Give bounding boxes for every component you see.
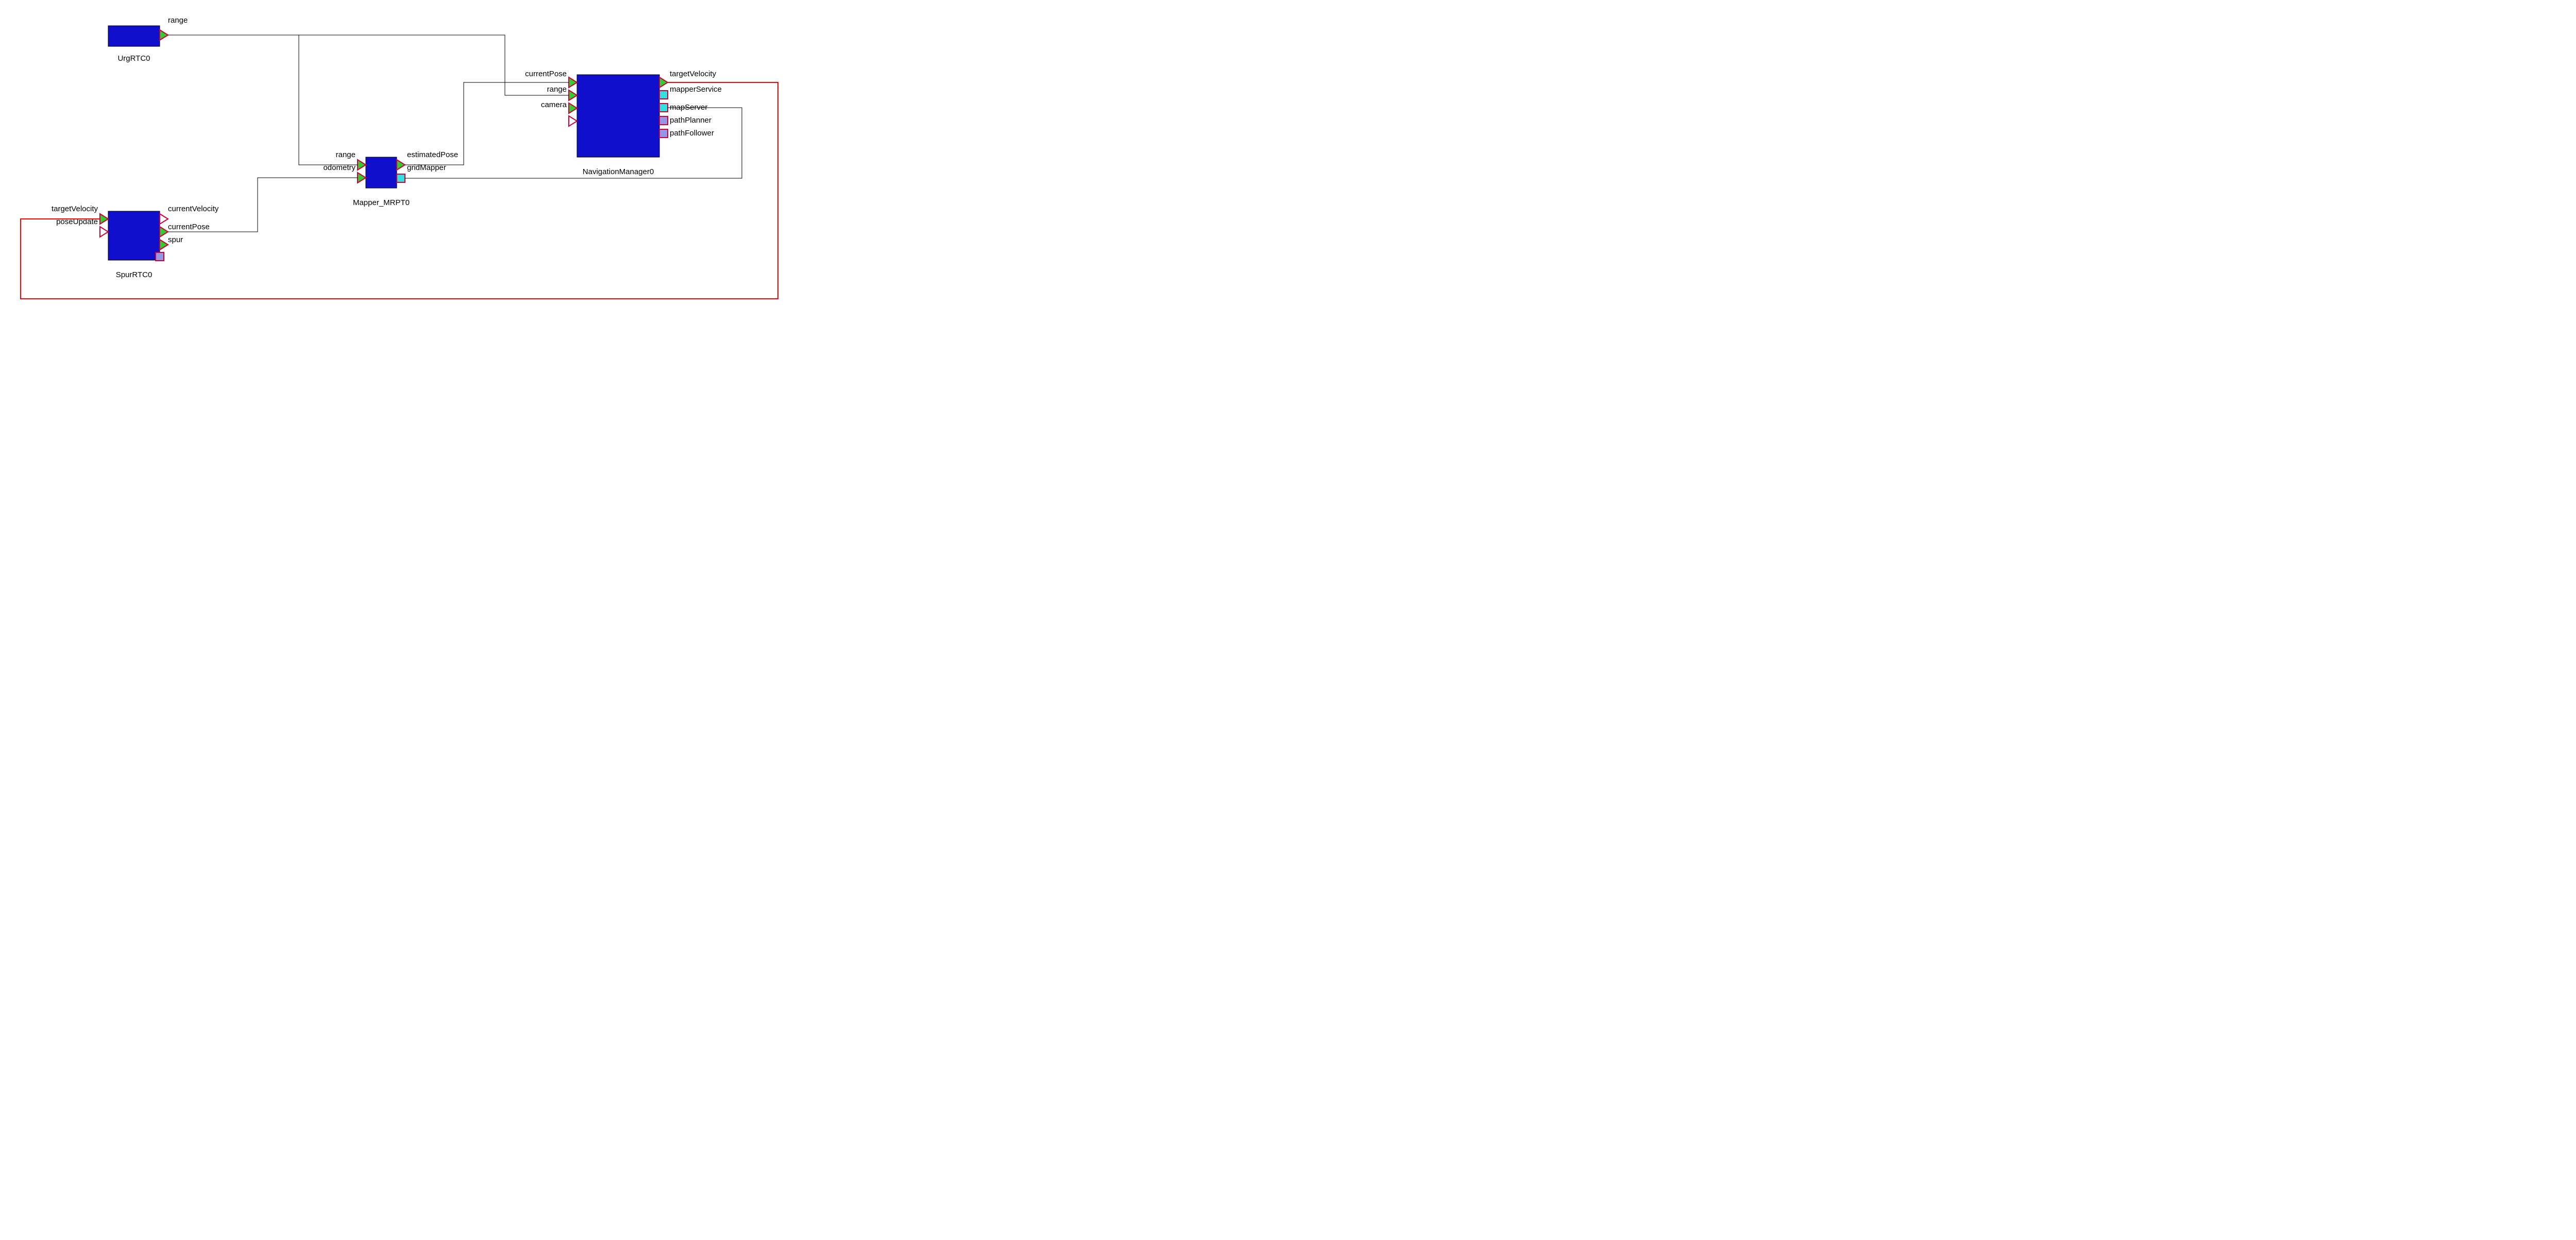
port-nav-pathplanner-srv[interactable] [659, 116, 668, 125]
component-spurrtc0[interactable]: targetVelocity poseUpdate currentVelocit… [52, 205, 219, 279]
label-nav-name: NavigationManager0 [583, 167, 654, 176]
port-nav-camera-in[interactable] [569, 103, 577, 113]
label-nav-pathplanner: pathPlanner [670, 116, 711, 125]
port-mapper-gridmapper-srv[interactable] [397, 174, 405, 182]
port-spur-currentvelocity-out[interactable] [160, 214, 168, 224]
label-urg-range: range [168, 16, 188, 25]
port-spur-currentpose-out[interactable] [160, 227, 168, 237]
label-spur-currentvelocity: currentVelocity [168, 205, 219, 213]
wire-urg-range-to-nav-range[interactable] [299, 35, 569, 95]
port-nav-mapperservice-srv[interactable] [659, 91, 668, 99]
label-nav-targetvelocity: targetVelocity [670, 70, 717, 78]
label-nav-range: range [547, 85, 567, 94]
label-mapper-name: Mapper_MRPT0 [353, 198, 410, 207]
port-mapper-odometry-in[interactable] [358, 173, 366, 183]
port-spur-spur-out[interactable] [160, 240, 168, 250]
label-spur-name: SpurRTC0 [116, 270, 152, 279]
label-mapper-range: range [336, 150, 355, 159]
component-navigationmanager0[interactable]: currentPose range camera targetVelocity … [525, 70, 722, 176]
label-mapper-estimatedpose: estimatedPose [407, 150, 458, 159]
port-nav-mapserver-srv[interactable] [659, 104, 668, 112]
label-nav-currentpose: currentPose [525, 70, 567, 78]
port-nav-range-in[interactable] [569, 90, 577, 100]
port-nav-extra-in[interactable] [569, 116, 577, 126]
port-urg-range-out[interactable] [160, 30, 168, 40]
label-nav-camera: camera [541, 100, 567, 109]
port-nav-targetvelocity-out[interactable] [659, 77, 668, 88]
label-spur-currentpose: currentPose [168, 223, 210, 231]
port-mapper-estimatedpose-out[interactable] [397, 160, 405, 170]
port-nav-pathfollower-srv[interactable] [659, 129, 668, 138]
label-nav-mapperservice: mapperService [670, 85, 722, 94]
label-nav-pathfollower: pathFollower [670, 129, 714, 138]
port-spur-service[interactable] [156, 252, 164, 261]
component-urgrtc0[interactable]: range UrgRTC0 [108, 16, 188, 63]
wire-nav-targetvelocity-to-spur-targetvelocity[interactable] [21, 82, 778, 299]
label-spur-spur: spur [168, 235, 183, 244]
component-mapper-mrpt0[interactable]: range odometry estimatedPose gridMapper … [323, 150, 458, 207]
port-spur-targetvelocity-in[interactable] [100, 214, 108, 224]
label-urg-name: UrgRTC0 [117, 54, 150, 63]
port-spur-poseupdate-in[interactable] [100, 227, 108, 237]
wire-urg-range-to-mapper-range[interactable] [168, 35, 358, 165]
label-spur-targetvelocity: targetVelocity [52, 205, 98, 213]
port-nav-currentpose-in[interactable] [569, 77, 577, 88]
port-mapper-range-in[interactable] [358, 160, 366, 170]
